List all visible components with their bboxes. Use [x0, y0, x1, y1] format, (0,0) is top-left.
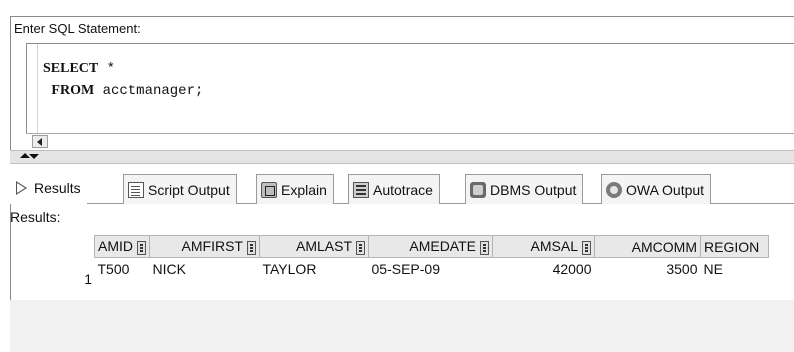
autotrace-icon [353, 181, 369, 198]
output-tab-bar: Results Script Output Explain Autotrace … [10, 164, 794, 204]
tab-autotrace-label: Autotrace [373, 181, 433, 198]
cell-amsal[interactable]: 42000 [492, 257, 595, 280]
sql-table-name: acctmanager; [94, 83, 204, 99]
tab-results-label: Results [34, 180, 81, 196]
tab-autotrace[interactable]: Autotrace [348, 174, 440, 204]
cell-amedate[interactable]: 05-SEP-09 [368, 257, 493, 280]
results-label: Results: [10, 209, 61, 225]
column-header-amfirst[interactable]: AMFIRST [149, 235, 260, 258]
cell-amfirst[interactable]: NICK [149, 257, 260, 280]
sql-keyword-select: SELECT [43, 61, 99, 76]
tab-explain[interactable]: Explain [256, 174, 334, 204]
results-header-row: AMID AMFIRST AMLAST AMEDATE AMSAL AMCOMM… [94, 235, 769, 258]
tab-script-output[interactable]: Script Output [123, 174, 237, 204]
sql-editor[interactable]: SELECT * FROM acctmanager; [26, 43, 794, 147]
sql-keyword-from: FROM [51, 83, 95, 98]
sort-icon[interactable] [582, 240, 591, 255]
tab-explain-label: Explain [281, 181, 327, 198]
tab-owa-output[interactable]: OWA Output [601, 174, 712, 204]
sort-icon[interactable] [356, 240, 365, 255]
cell-amid[interactable]: T500 [94, 257, 150, 280]
sort-icon[interactable] [247, 240, 256, 255]
cell-amcomm[interactable]: 3500 [594, 257, 701, 280]
owa-output-icon [606, 181, 622, 198]
column-header-amlast[interactable]: AMLAST [259, 235, 369, 258]
column-header-amid[interactable]: AMID [94, 235, 150, 258]
cell-amlast[interactable]: TAYLOR [259, 257, 369, 280]
column-header-amsal[interactable]: AMSAL [492, 235, 595, 258]
tab-results[interactable]: Results [10, 172, 87, 204]
tab-dbms-output[interactable]: DBMS Output [465, 174, 584, 204]
tab-dbms-output-label: DBMS Output [490, 181, 577, 198]
sql-code[interactable]: SELECT * FROM acctmanager; [43, 58, 203, 102]
tab-owa-output-label: OWA Output [626, 181, 705, 198]
sort-icon[interactable] [480, 240, 489, 255]
row-number: 1 [84, 271, 92, 287]
pane-splitter[interactable] [10, 150, 794, 164]
sort-icon[interactable] [137, 240, 146, 255]
sql-select-list: * [98, 61, 116, 77]
script-output-icon [128, 181, 144, 198]
sql-statement-label: Enter SQL Statement: [14, 21, 141, 36]
column-header-amedate[interactable]: AMEDATE [368, 235, 493, 258]
cell-region[interactable]: NE [700, 257, 769, 280]
explain-icon [261, 181, 277, 198]
tab-script-output-label: Script Output [148, 181, 230, 198]
column-header-amcomm[interactable]: AMCOMM [594, 235, 701, 258]
sql-line-2: FROM acctmanager; [43, 80, 203, 102]
dbms-output-icon [470, 181, 486, 198]
editor-gutter [27, 44, 38, 146]
sql-line-1: SELECT * [43, 58, 203, 80]
scroll-left-arrow-icon[interactable] [32, 135, 48, 148]
table-row[interactable]: T500 NICK TAYLOR 05-SEP-09 42000 3500 NE [94, 257, 769, 280]
column-header-region[interactable]: REGION [700, 235, 769, 258]
editor-horizontal-scrollbar[interactable] [26, 133, 794, 149]
play-icon [14, 180, 30, 196]
splitter-down-arrow-icon[interactable] [29, 154, 39, 159]
results-grid-empty-area [10, 300, 794, 352]
results-grid: AMID AMFIRST AMLAST AMEDATE AMSAL AMCOMM… [94, 235, 769, 280]
